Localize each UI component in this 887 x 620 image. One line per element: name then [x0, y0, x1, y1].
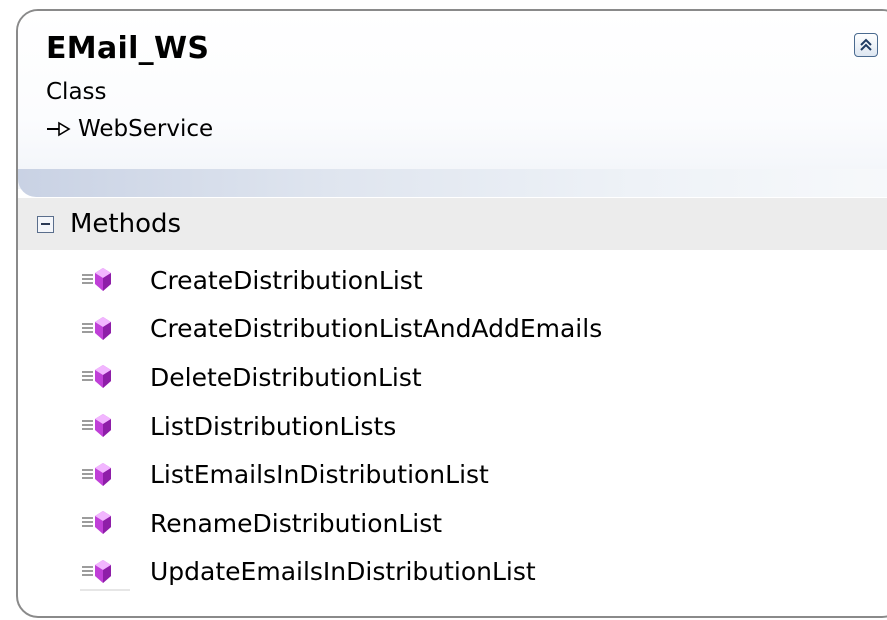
method-item[interactable]: UpdateEmailsInDistributionList — [18, 548, 887, 597]
public-method-icon — [82, 268, 111, 292]
method-item[interactable]: DeleteDistributionList — [18, 353, 887, 402]
class-kind: Class — [46, 79, 107, 105]
method-name: ListEmailsInDistributionList — [150, 460, 489, 490]
method-item[interactable]: RenameDistributionList — [18, 499, 887, 548]
method-name: CreateDistributionList — [150, 265, 423, 295]
class-name: EMail_WS — [46, 31, 210, 66]
double-chevron-up-icon — [860, 38, 872, 51]
list-end-mark — [80, 589, 130, 591]
method-name: DeleteDistributionList — [150, 362, 422, 392]
methods-section-label: Methods — [70, 209, 182, 239]
collapse-button[interactable] — [854, 33, 878, 57]
class-shape[interactable]: EMail_WS Class WebService Methods Create… — [16, 9, 887, 618]
public-method-icon — [82, 414, 111, 438]
method-name: RenameDistributionList — [150, 508, 443, 538]
public-method-icon — [82, 511, 111, 535]
method-item[interactable]: CreateDistributionListAndAddEmails — [18, 305, 887, 354]
method-item[interactable]: ListDistributionLists — [18, 402, 887, 451]
method-name: ListDistributionLists — [150, 411, 397, 441]
methods-list: CreateDistributionList CreateDistribution… — [18, 256, 887, 596]
header-gradient-band — [18, 169, 887, 197]
method-name: CreateDistributionListAndAddEmails — [150, 314, 603, 344]
public-method-icon — [82, 559, 111, 583]
method-item[interactable]: CreateDistributionList — [18, 256, 887, 305]
public-method-icon — [82, 316, 111, 340]
public-method-icon — [82, 365, 111, 389]
method-name: UpdateEmailsInDistributionList — [150, 557, 536, 587]
public-method-icon — [82, 462, 111, 486]
method-item[interactable]: ListEmailsInDistributionList — [18, 450, 887, 499]
methods-section-header[interactable]: Methods — [18, 198, 887, 250]
base-class-label: WebService — [78, 116, 214, 142]
minus-box-icon[interactable] — [37, 215, 54, 233]
inheritance-arrow-icon — [47, 121, 71, 137]
class-header: EMail_WS Class WebService — [18, 11, 887, 197]
base-class: WebService — [46, 116, 213, 142]
